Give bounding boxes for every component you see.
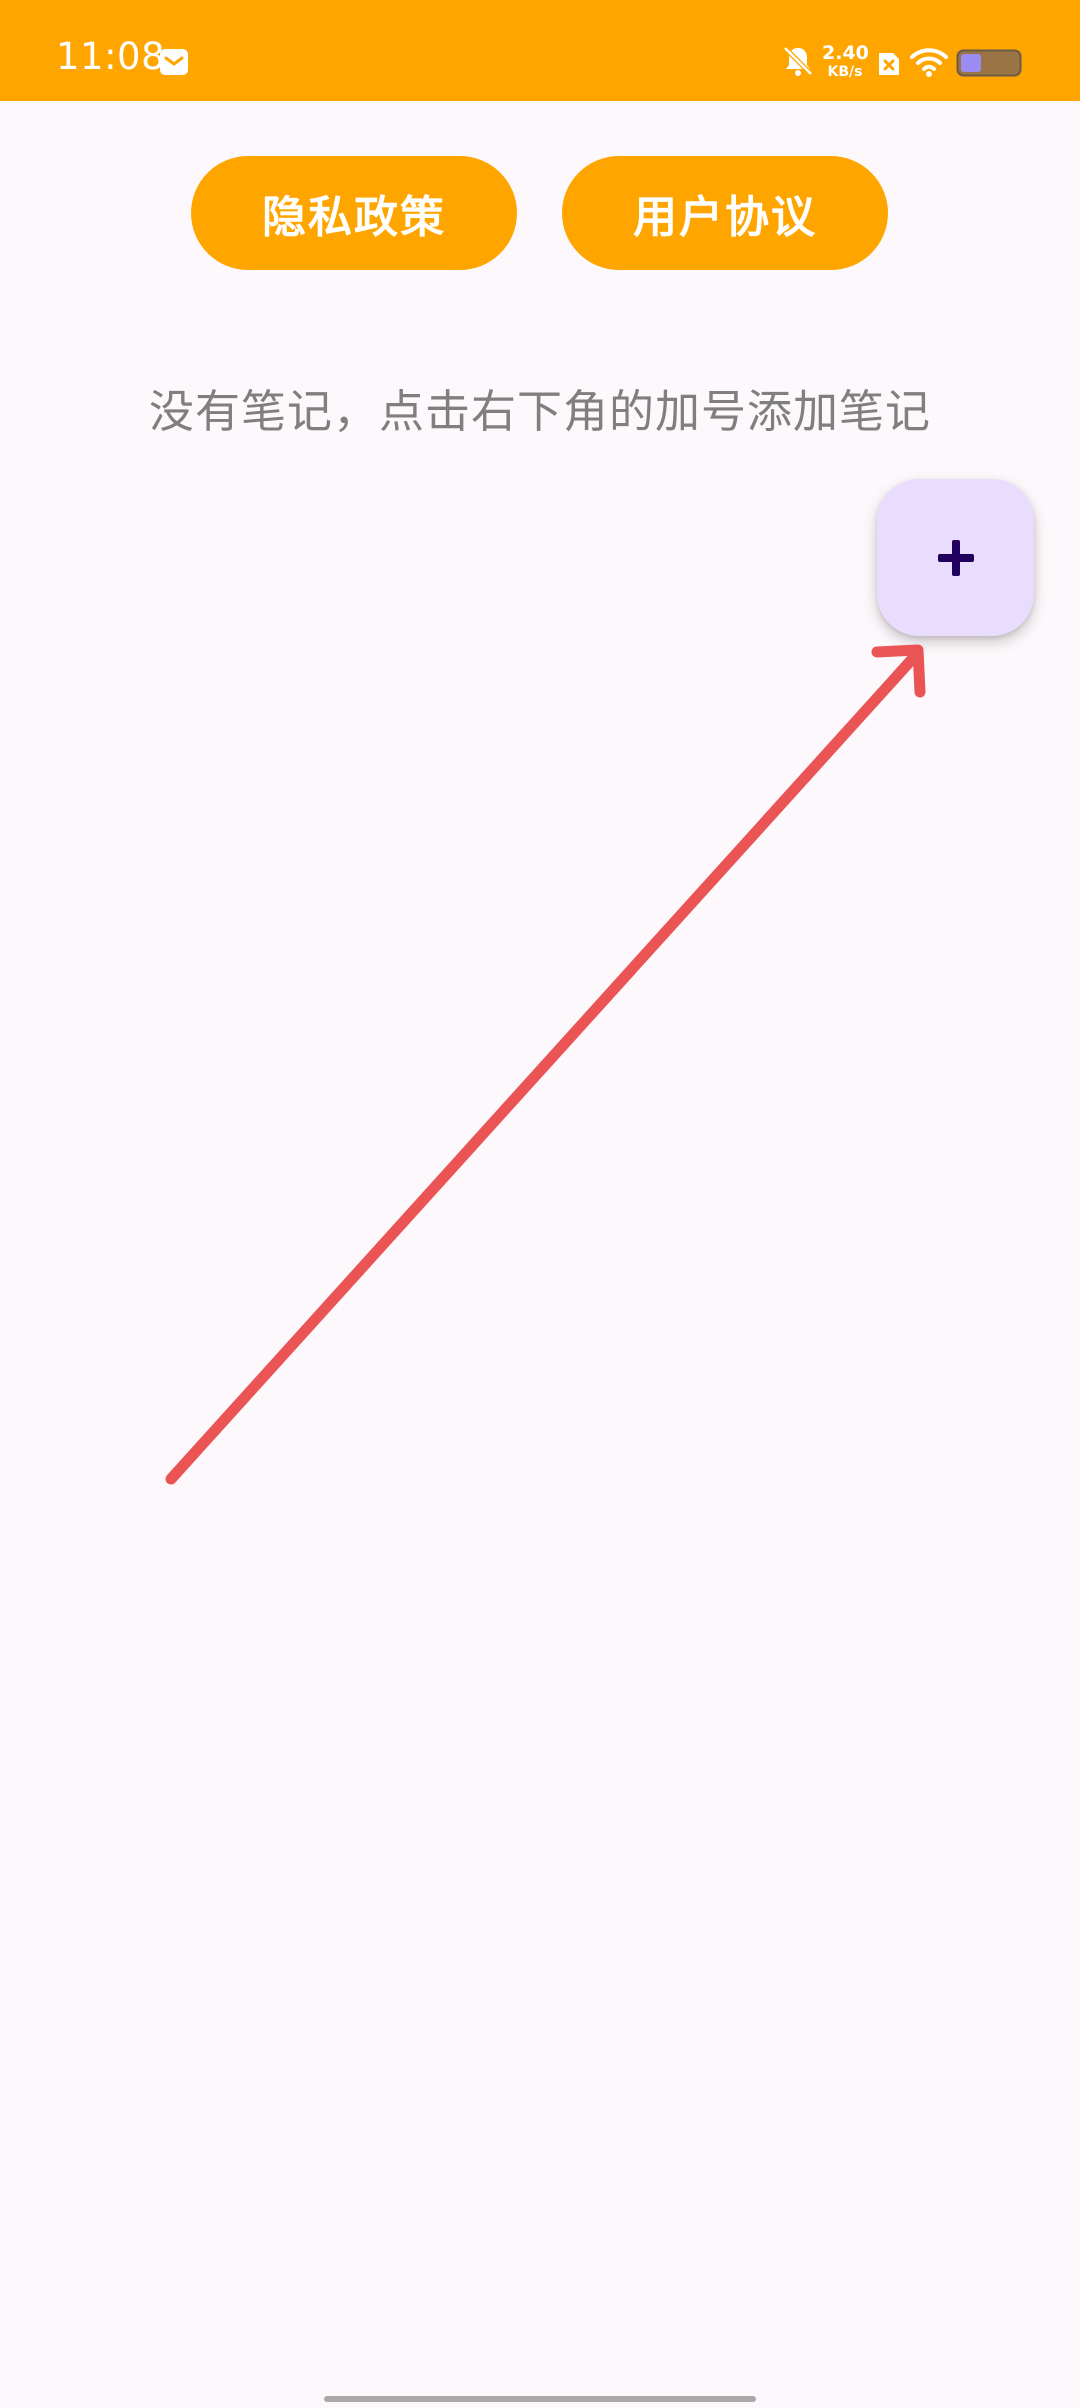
network-speed: 2.40 KB/s (822, 42, 869, 80)
gesture-navigation-bar[interactable] (324, 2396, 756, 2402)
network-speed-unit: KB/s (827, 64, 863, 80)
add-note-button[interactable] (877, 479, 1034, 636)
network-speed-value: 2.40 (822, 42, 869, 64)
arrow-icon (165, 644, 926, 1485)
privacy-policy-button[interactable]: 隐私政策 (191, 156, 517, 270)
sim-disabled-icon (879, 53, 899, 75)
battery-icon (956, 49, 1022, 77)
empty-notes-message: 没有笔记，点击右下角的加号添加笔记 (148, 385, 931, 438)
plus-icon (937, 539, 974, 576)
wifi-icon (910, 48, 948, 77)
status-time: 11:08 (56, 35, 166, 78)
user-agreement-button[interactable]: 用户协议 (562, 156, 888, 270)
mail-icon (160, 49, 188, 75)
status-bar: 11:08 2.40 KB/s (0, 0, 1080, 101)
bell-off-icon (783, 46, 813, 76)
